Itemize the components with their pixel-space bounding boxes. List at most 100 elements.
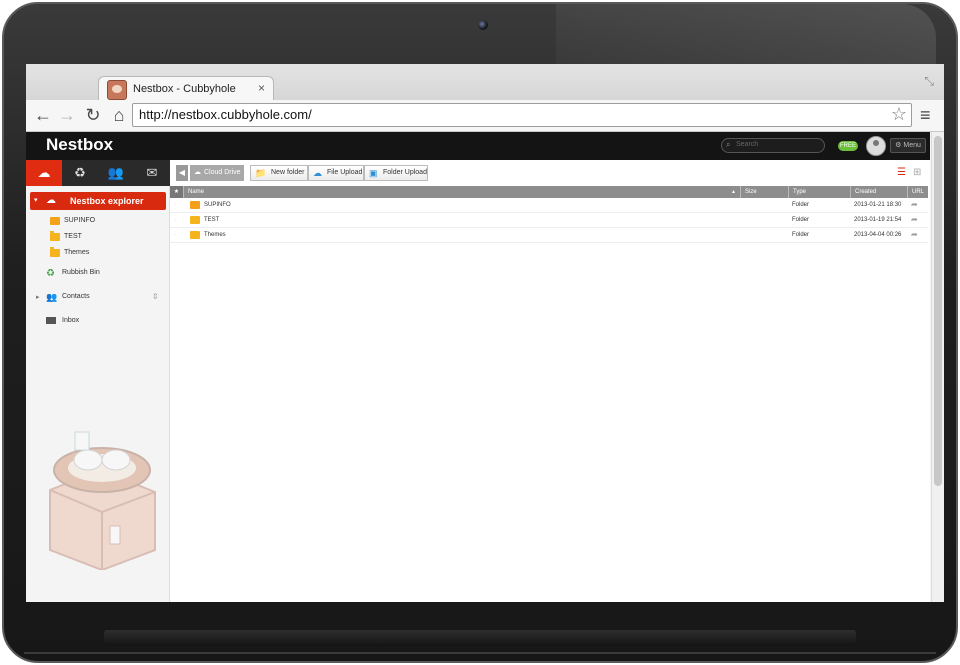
sort-icon[interactable]: ⇳ [152,292,159,301]
row-created: 2013-01-21 18:30 [854,202,902,208]
recycle-icon: ♻ [46,268,55,279]
breadcrumb-cloud-drive[interactable]: ☁ Cloud Drive [190,165,244,181]
row-name[interactable]: TEST [204,217,219,223]
forward-icon[interactable]: → [56,104,78,126]
folder-icon [50,247,60,257]
sort-ascending-icon: ▲ [731,189,736,195]
grid-view-icon[interactable]: ⊞ [913,167,921,178]
tab-title: Nestbox - Cubbyhole [133,83,236,95]
window-resize-icon[interactable]: ⤡ [924,74,934,89]
share-link-icon[interactable]: ➦ [911,200,918,209]
url-text[interactable]: http://nestbox.cubbyhole.com/ [139,107,312,122]
favorite-toggle-icon[interactable]: · [174,232,176,238]
inbox-label: Inbox [62,317,80,324]
app-brand[interactable]: Nestbox [46,135,113,155]
sidebar-item-contacts[interactable]: ▸ 👥 Contacts ⇳ [26,292,170,306]
favorite-column-icon[interactable]: ★ [170,186,183,198]
column-name-label: Name [188,189,205,195]
row-name[interactable]: Themes [204,232,226,238]
table-row[interactable]: · Themes Folder 2013-04-04 00:26 ➦ [170,228,928,243]
recycle-tab-icon[interactable]: ♻ [62,160,98,186]
folder-upload-button[interactable]: ▣ Folder Upload [364,165,428,181]
row-created: 2013-01-19 21:54 [854,217,902,223]
folder-icon [190,231,200,239]
app-header: Nestbox ⌕ Search FREE ⚙ Menu [26,132,930,160]
contacts-tab-icon[interactable]: 👥 [98,160,134,186]
user-avatar[interactable] [866,136,886,156]
table-row[interactable]: · SUPINFO Folder 2013-01-21 18:30 ➦ [170,198,928,213]
column-url[interactable]: URL [907,186,928,198]
favorite-toggle-icon[interactable]: · [174,202,176,208]
shared-folder-icon [50,217,60,225]
list-view-icon[interactable]: ☰ [897,167,906,178]
folder-label: Themes [64,249,90,256]
folder-upload-icon: ▣ [369,168,378,178]
new-folder-icon: 📁 [255,168,267,178]
cloud-drive-tab-icon[interactable]: ☁ [26,160,62,186]
back-icon[interactable]: ← [32,104,54,126]
rubbish-bin-label: Rubbish Bin [62,269,100,276]
inbox-tab-icon[interactable]: ✉ [134,160,170,186]
page-scrollbar[interactable] [931,132,944,602]
column-size[interactable]: Size [740,186,788,198]
file-upload-button[interactable]: ☁ File Upload [308,165,364,181]
browser-tabbar: Nestbox - Cubbyhole × ⤡ [26,64,944,102]
sidebar-folder-test[interactable]: TEST [26,231,170,246]
browser-tab[interactable]: Nestbox - Cubbyhole × [98,76,274,102]
column-name[interactable]: Name ▲ [183,186,740,198]
folder-label: TEST [64,233,82,240]
folder-icon [50,231,60,241]
search-input[interactable]: ⌕ Search [721,138,825,153]
content-toolbar: ◀ ☁ Cloud Drive 📁 New folder ☁ File Uploa… [170,160,930,186]
sidebar-item-rubbish-bin[interactable]: ♻ Rubbish Bin [26,268,170,282]
home-icon[interactable]: ⌂ [108,104,130,126]
laptop-hinge [104,630,856,646]
share-link-icon[interactable]: ➦ [911,215,918,224]
inbox-icon [46,317,56,324]
address-bar[interactable]: http://nestbox.cubbyhole.com/ ☆ [132,103,912,127]
collapse-caret-icon[interactable]: ▸ [36,293,40,301]
contacts-label: Contacts [62,293,90,300]
search-icon: ⌕ [726,140,731,149]
breadcrumb-label: Cloud Drive [204,169,241,176]
table-row[interactable]: · TEST Folder 2013-01-19 21:54 ➦ [170,213,928,228]
sidebar-folder-themes[interactable]: Themes [26,247,170,262]
explorer-label: Nestbox explorer [70,196,144,206]
reload-icon[interactable]: ↻ [82,104,104,126]
browser-menu-icon[interactable]: ≡ [920,105,931,126]
bookmark-star-icon[interactable]: ☆ [891,104,907,125]
sidebar: ☁ ♻ 👥 ✉ ▾ ☁ Nestbox explorer SUPINFO TES… [26,160,170,602]
scrollbar-thumb[interactable] [934,136,942,486]
free-plan-badge: FREE [838,141,858,151]
row-type: Folder [792,232,810,238]
browser-toolbar: ← → ↻ ⌂ http://nestbox.cubbyhole.com/ ☆ … [26,100,944,132]
file-upload-label: File Upload [327,169,363,176]
cloud-icon: ☁ [46,195,56,206]
tab-close-icon[interactable]: × [258,81,265,95]
folder-icon [190,216,200,224]
breadcrumb-back-icon[interactable]: ◀ [176,165,188,181]
file-browser: ◀ ☁ Cloud Drive 📁 New folder ☁ File Uploa… [170,160,930,602]
new-folder-label: New folder [271,169,305,176]
row-type: Folder [792,217,810,223]
row-created: 2013-04-04 00:26 [854,232,902,238]
sidebar-folder-supinfo[interactable]: SUPINFO [26,216,170,230]
laptop-base-edge [24,652,936,654]
menu-button[interactable]: ⚙ Menu [890,138,926,153]
nestbox-app: Nestbox ⌕ Search FREE ⚙ Menu ☁ ♻ 👥 ✉ ▾ ☁… [26,132,930,602]
cubbyhole-favicon-icon [107,80,127,100]
cloud-icon: ☁ [194,169,201,176]
sidebar-item-inbox[interactable]: Inbox [26,316,170,330]
favorite-toggle-icon[interactable]: · [174,217,176,223]
expand-caret-icon: ▾ [34,197,38,204]
column-created[interactable]: Created [850,186,907,198]
folder-label: SUPINFO [64,217,96,224]
column-type[interactable]: Type [788,186,850,198]
upload-cloud-icon: ☁ [313,168,322,178]
row-name[interactable]: SUPINFO [204,202,231,208]
search-placeholder: Search [736,141,759,148]
new-folder-button[interactable]: 📁 New folder [250,165,308,181]
nestbox-explorer-button[interactable]: ▾ ☁ Nestbox explorer [30,192,166,210]
contacts-icon: 👥 [46,292,58,302]
share-link-icon[interactable]: ➦ [911,230,918,239]
